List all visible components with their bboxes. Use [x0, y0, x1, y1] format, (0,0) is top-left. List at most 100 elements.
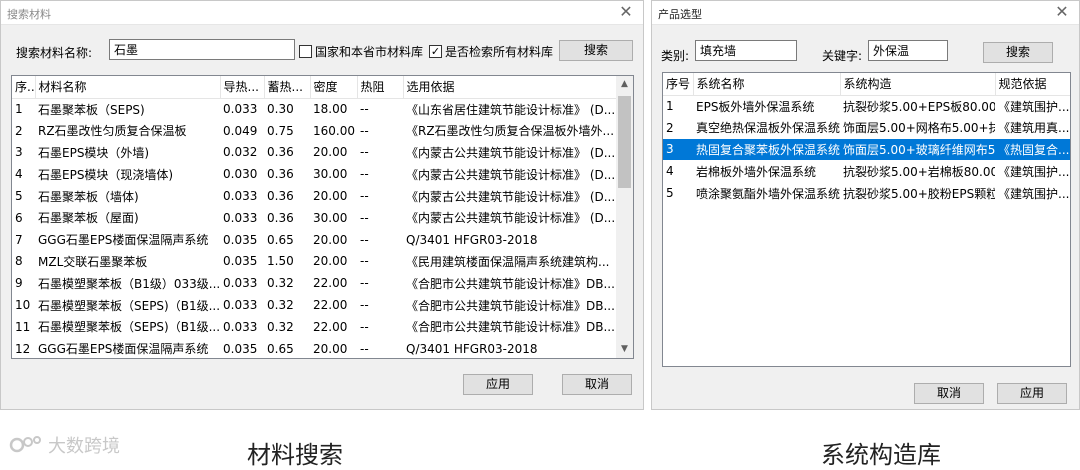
- table-cell: 5: [666, 186, 674, 201]
- chevron-up-icon[interactable]: ▲: [616, 76, 633, 93]
- table-cell: 20.00: [313, 254, 348, 269]
- table-cell: 石墨EPS模块（外墙): [38, 145, 150, 160]
- column-header[interactable]: 热阻: [357, 76, 404, 99]
- column-header[interactable]: 材料名称: [35, 76, 221, 99]
- table-cell: 20.00: [313, 232, 348, 247]
- table-cell: 石墨聚苯板（屋面): [38, 211, 139, 226]
- table-row[interactable]: 12 GGG石墨EPS楼面保温隔声系统 0.035 0.65 20.00 -- Q/3401…: [12, 338, 618, 358]
- table-row[interactable]: 8 MZL交联石墨聚苯板 0.035 1.50 20.00 -- 《民用建筑楼面保温隔声系统…: [12, 251, 618, 273]
- table-cell: 4: [15, 167, 23, 182]
- table-row[interactable]: 6 石墨聚苯板（屋面) 0.033 0.36 30.00 -- 《内蒙古公共建筑节能设计标准…: [12, 207, 618, 229]
- table-cell: 石墨聚苯板（SEPS): [38, 102, 145, 117]
- table-cell: 30.00: [313, 167, 348, 182]
- dialog-title: 产品选型: [658, 8, 702, 21]
- table-cell: --: [360, 189, 369, 204]
- close-icon[interactable]: ✕: [1053, 3, 1071, 21]
- table-row[interactable]: 5 石墨聚苯板（墙体) 0.033 0.36 20.00 -- 《内蒙古公共建筑节能设计标准…: [12, 185, 618, 207]
- column-header[interactable]: 系统构造: [840, 73, 996, 96]
- table-row[interactable]: 1 EPS板外墙外保温系统 抗裂砂浆5.00+EPS板80.00... 《建筑围护..…: [663, 95, 1070, 117]
- category-input[interactable]: [695, 40, 797, 61]
- table-row[interactable]: 7 GGG石墨EPS楼面保温隔声系统 0.035 0.65 20.00 -- Q/3401 …: [12, 229, 618, 251]
- all-libraries-checkbox[interactable]: ✓ 是否检索所有材料库: [429, 43, 553, 60]
- table-cell: 岩棉板外墙外保温系统: [696, 164, 817, 179]
- checkbox-box[interactable]: [299, 45, 312, 58]
- table-cell: 0.033: [223, 102, 258, 117]
- table-cell: 160.00: [313, 123, 355, 138]
- table-cell: --: [360, 341, 369, 356]
- column-header[interactable]: 规范依据: [995, 73, 1070, 96]
- table-cell: 饰面层5.00+玻璃纤维网布5...: [840, 138, 995, 161]
- checkbox-label: 是否检索所有材料库: [445, 45, 554, 59]
- table-cell: 20.00: [313, 189, 348, 204]
- keyword-input[interactable]: [868, 40, 948, 61]
- table-cell: 30.00: [313, 210, 348, 225]
- table-row[interactable]: 4 岩棉板外墙外保温系统 抗裂砂浆5.00+岩棉板80.00... 《建筑围护...: [663, 160, 1070, 182]
- table-cell: 0.035: [223, 254, 258, 269]
- scroll-thumb[interactable]: [618, 96, 631, 188]
- column-header[interactable]: 选用依据: [403, 76, 619, 99]
- table-cell: 22.00: [313, 319, 348, 334]
- apply-button[interactable]: 应用: [463, 374, 533, 395]
- table-cell: 3: [663, 138, 693, 161]
- table-cell: 《民用建筑楼面保温隔声系统建筑构...: [406, 254, 610, 269]
- table-cell: 《内蒙古公共建筑节能设计标准》 (D...: [406, 145, 616, 160]
- table-cell: 0.32: [267, 276, 294, 291]
- table-row[interactable]: 2 真空绝热保温板外保温系统饰面层5.00+网格布5.00+抹...《建筑用真..…: [663, 117, 1070, 139]
- table-cell: 20.00: [313, 341, 348, 356]
- table-row[interactable]: 11 石墨模塑聚苯板（SEPS)（B1级... 0.033 0.32 22.00 -- 《合…: [12, 316, 618, 338]
- column-header[interactable]: 导热...: [220, 76, 265, 99]
- table-cell: 1: [666, 99, 674, 114]
- table-cell: 《内蒙古公共建筑节能设计标准》 (D...: [406, 167, 616, 182]
- table-cell: 《建筑围护...: [998, 164, 1070, 179]
- checkbox-label: 国家和本省市材料库: [315, 45, 424, 59]
- table-cell: 《内蒙古公共建筑节能设计标准》 (D...: [406, 211, 616, 226]
- table-cell: 0.36: [267, 167, 294, 182]
- search-button[interactable]: 搜索: [983, 42, 1053, 63]
- table-cell: 6: [15, 210, 23, 225]
- table-cell: Q/3401 HFGR03-2018: [406, 341, 538, 356]
- cancel-button[interactable]: 取消: [914, 383, 984, 404]
- apply-button[interactable]: 应用: [997, 383, 1067, 404]
- column-header[interactable]: 序号: [663, 73, 694, 96]
- chevron-down-icon[interactable]: ▼: [616, 341, 633, 358]
- table-cell: 0.30: [267, 102, 294, 117]
- check-icon[interactable]: ✓: [429, 45, 442, 58]
- table-cell: 《建筑围护...: [998, 99, 1070, 114]
- table-row[interactable]: 1 石墨聚苯板（SEPS) 0.033 0.30 18.00 -- 《山东省居住建筑节能设计…: [12, 98, 618, 120]
- table-cell: 《合肥市公共建筑节能设计标准》DB...: [406, 276, 615, 291]
- table-row[interactable]: 10 石墨模塑聚苯板（SEPS)（B1级... 0.033 0.32 22.00 -- 《合…: [12, 294, 618, 316]
- table-cell: --: [360, 232, 369, 247]
- column-header[interactable]: 密度: [310, 76, 358, 99]
- table-row[interactable]: 2 RZ石墨改性匀质复合保温板 0.049 0.75 160.00 -- 《RZ石墨改性匀质…: [12, 120, 618, 142]
- table-cell: 0.035: [223, 232, 258, 247]
- material-results-table[interactable]: 序...材料名称导热...蓄热...密度热阻选用依据 1 石墨聚苯板（SEPS) 0…: [11, 75, 634, 359]
- table-row[interactable]: 3 热固复合聚苯板外保温系统 饰面层5.00+玻璃纤维网布5... 《热固复合...: [663, 138, 1070, 161]
- table-cell: 0.32: [267, 319, 294, 334]
- table-cell: 1.50: [267, 254, 294, 269]
- vertical-scrollbar[interactable]: ▲ ▼: [616, 76, 633, 358]
- table-cell: 0.032: [223, 145, 258, 160]
- search-button[interactable]: 搜索: [559, 40, 633, 61]
- table-cell: 0.65: [267, 232, 294, 247]
- table-cell: 8: [15, 254, 23, 269]
- table-row[interactable]: 9 石墨模塑聚苯板（B1级）033级... 0.033 0.32 22.00 -- 《合肥市…: [12, 272, 618, 294]
- table-cell: RZ石墨改性匀质复合保温板: [38, 124, 187, 139]
- table-cell: 12: [15, 341, 31, 356]
- search-material-input[interactable]: [109, 39, 295, 60]
- close-icon[interactable]: ✕: [617, 3, 635, 21]
- table-cell: 石墨聚苯板（墙体): [38, 189, 139, 204]
- table-cell: 1: [15, 102, 23, 117]
- table-row[interactable]: 5 喷涂聚氨酯外墙外保温系统 抗裂砂浆5.00+胶粉EPS颗粒... 《建筑围护...: [663, 182, 1070, 204]
- cancel-button[interactable]: 取消: [562, 374, 632, 395]
- system-results-table[interactable]: 序号 系统名称 系统构造 规范依据 1 EPS板外墙外保温系统 抗裂砂浆5.00+EPS板…: [662, 72, 1071, 367]
- table-cell: 热固复合聚苯板外保温系统: [693, 138, 840, 161]
- table-cell: 0.033: [223, 319, 258, 334]
- table-row[interactable]: 4 石墨EPS模块（现浇墙体) 0.030 0.36 30.00 -- 《内蒙古公共建筑节能…: [12, 163, 618, 185]
- column-header[interactable]: 蓄热...: [264, 76, 311, 99]
- national-library-checkbox[interactable]: 国家和本省市材料库: [299, 43, 423, 60]
- table-cell: 0.030: [223, 167, 258, 182]
- table-row[interactable]: 3 石墨EPS模块（外墙) 0.032 0.36 20.00 -- 《内蒙古公共建筑节能设计…: [12, 142, 618, 164]
- table-cell: Q/3401 HFGR03-2018: [406, 232, 538, 247]
- column-header[interactable]: 系统名称: [693, 73, 841, 96]
- column-header[interactable]: 序...: [12, 76, 36, 99]
